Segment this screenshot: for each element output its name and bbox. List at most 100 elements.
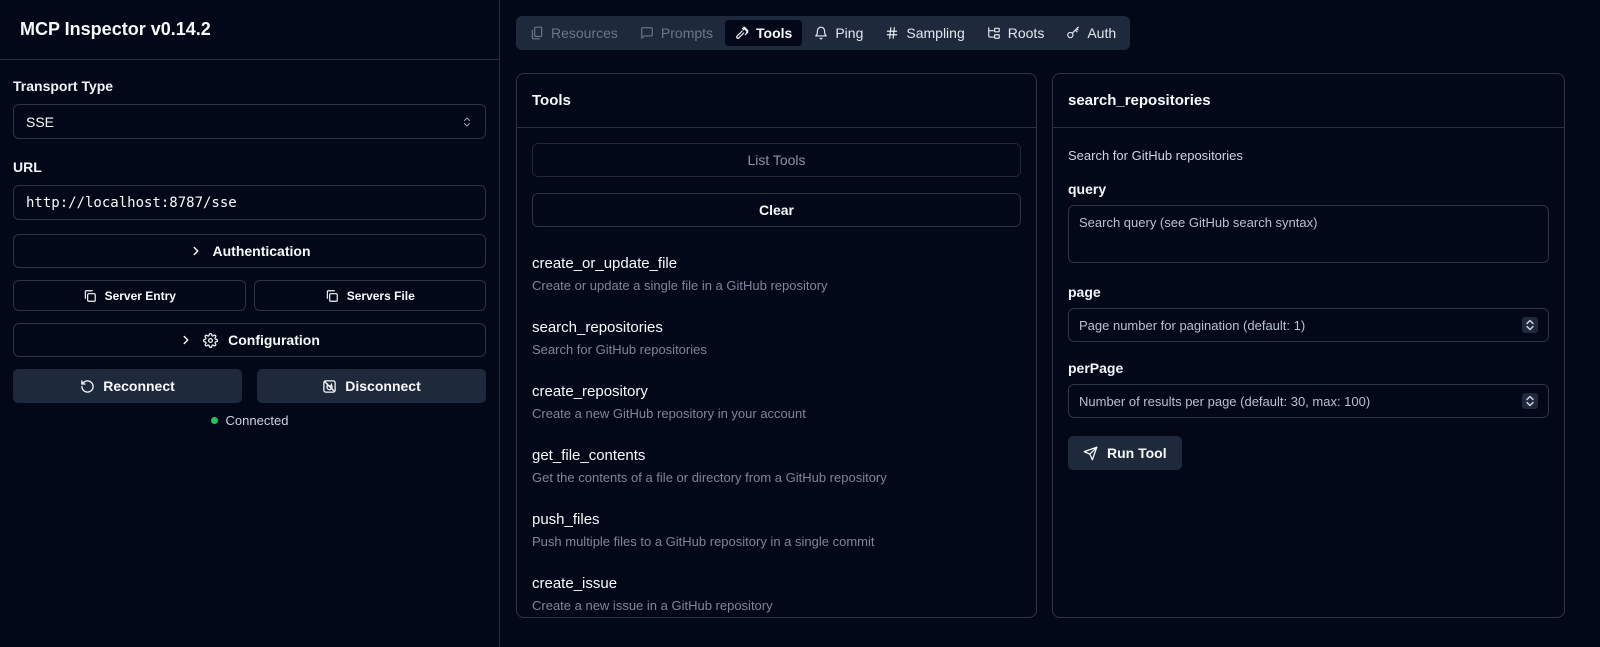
server-entry-button[interactable]: Server Entry (13, 280, 246, 311)
tool-list-item[interactable]: get_file_contents Get the contents of a … (532, 433, 1021, 497)
tool-list: create_or_update_file Create or update a… (517, 241, 1036, 617)
files-icon (530, 26, 544, 40)
transport-type-select[interactable]: SSE (13, 104, 486, 139)
status-dot (210, 417, 218, 424)
number-stepper-icon[interactable] (1522, 317, 1538, 333)
tool-description: Create a new issue in a GitHub repositor… (532, 598, 773, 613)
connection-actions: Reconnect Disconnect (13, 369, 486, 403)
tab-sampling[interactable]: Sampling (875, 20, 974, 46)
run-tool-button[interactable]: Run Tool (1068, 436, 1182, 470)
tool-detail-title: search_repositories (1068, 92, 1211, 109)
copy-icon (325, 289, 339, 303)
tab-prompts-label: Prompts (660, 25, 714, 41)
authentication-label: Authentication (212, 243, 311, 259)
servers-file-label: Servers File (346, 288, 415, 303)
url-label: URL (13, 159, 42, 175)
app-title: MCP Inspector v0.14.2 (20, 19, 211, 39)
tab-auth-label: Auth (1087, 25, 1117, 41)
send-icon (1083, 446, 1098, 461)
disconnect-button[interactable]: Disconnect (257, 369, 486, 403)
tool-description: Get the contents of a file or directory … (532, 470, 887, 485)
connection-status: Connected (13, 413, 486, 428)
config-export-row: Server Entry Servers File (13, 280, 486, 311)
tool-detail-card: search_repositories Search for GitHub re… (1052, 73, 1565, 618)
reconnect-label: Reconnect (103, 378, 175, 394)
transport-type-value: SSE (26, 113, 55, 130)
copy-icon (83, 289, 97, 303)
tool-description: Push multiple files to a GitHub reposito… (532, 534, 875, 549)
app-root: MCP Inspector v0.14.2 Transport Type SSE… (0, 0, 1600, 647)
run-tool-label: Run Tool (1107, 445, 1167, 461)
tools-card-title: Tools (532, 92, 571, 109)
perpage-input[interactable] (1069, 385, 1548, 417)
unplug-icon (322, 379, 337, 394)
tab-ping-label: Ping (835, 25, 864, 41)
page-field (1068, 308, 1549, 342)
reconnect-button[interactable]: Reconnect (13, 369, 242, 403)
transport-type-label: Transport Type (13, 78, 114, 94)
tool-name: create_or_update_file (532, 255, 678, 272)
server-entry-label: Server Entry (104, 288, 176, 303)
hammer-icon (735, 26, 749, 40)
hash-icon (885, 26, 899, 40)
tab-prompts[interactable]: Prompts (630, 20, 723, 46)
tab-roots[interactable]: Roots (977, 20, 1055, 46)
folder-tree-icon (987, 26, 1001, 40)
tab-bar: Resources Prompts Tools Ping Sampling Ro… (516, 16, 1131, 50)
page-input[interactable] (1069, 309, 1548, 341)
main-area: Resources Prompts Tools Ping Sampling Ro… (500, 0, 1600, 647)
gear-icon (203, 332, 219, 348)
number-stepper-icon[interactable] (1522, 393, 1538, 409)
connection-form: Transport Type SSE URL Authentication (0, 60, 499, 428)
disconnect-label: Disconnect (345, 378, 421, 394)
tool-list-item[interactable]: create_repository Create a new GitHub re… (532, 369, 1021, 433)
query-input[interactable] (1068, 205, 1549, 263)
message-icon (640, 26, 654, 40)
configuration-toggle-button[interactable]: Configuration (13, 323, 486, 357)
tab-resources[interactable]: Resources (520, 20, 628, 46)
tool-list-item[interactable]: create_issue Create a new issue in a Git… (532, 561, 1021, 617)
chevron-right-icon (179, 333, 193, 347)
tool-description: Create or update a single file in a GitH… (532, 278, 828, 293)
tool-description: Search for GitHub repositories (532, 342, 707, 357)
perpage-label: perPage (1068, 360, 1124, 376)
tab-tools-label: Tools (756, 25, 793, 41)
tool-detail-description: Search for GitHub repositories (1068, 148, 1243, 163)
tools-card: Tools List Tools Clear create_or_update_… (516, 73, 1037, 618)
tab-roots-label: Roots (1007, 25, 1045, 41)
tool-list-item[interactable]: push_files Push multiple files to a GitH… (532, 497, 1021, 561)
tab-ping[interactable]: Ping (804, 20, 873, 46)
tool-name: push_files (532, 511, 600, 528)
perpage-field (1068, 384, 1549, 418)
tool-detail-header: search_repositories (1053, 74, 1564, 128)
rotate-ccw-icon (80, 379, 95, 394)
tools-actions: List Tools Clear (517, 128, 1036, 241)
tool-list-item[interactable]: search_repositories Search for GitHub re… (532, 305, 1021, 369)
query-label: query (1068, 181, 1107, 197)
tool-list-item[interactable]: create_or_update_file Create or update a… (532, 241, 1021, 305)
chevron-right-icon (189, 244, 203, 258)
tab-sampling-label: Sampling (906, 25, 965, 41)
tool-detail-form: Search for GitHub repositories query pag… (1053, 128, 1564, 470)
bell-icon (814, 26, 828, 40)
sidebar-header: MCP Inspector v0.14.2 (0, 0, 499, 60)
tools-card-header: Tools (517, 74, 1036, 128)
list-tools-button[interactable]: List Tools (532, 143, 1021, 177)
servers-file-button[interactable]: Servers File (253, 280, 486, 311)
url-input[interactable] (13, 185, 486, 220)
authentication-toggle-button[interactable]: Authentication (13, 234, 486, 268)
tab-auth[interactable]: Auth (1056, 20, 1126, 46)
tool-name: create_repository (532, 383, 648, 400)
tab-tools[interactable]: Tools (725, 20, 803, 46)
page-label: page (1068, 284, 1101, 300)
clear-button[interactable]: Clear (532, 193, 1021, 227)
chevrons-up-down-icon (461, 116, 473, 128)
tool-name: get_file_contents (532, 447, 646, 464)
status-text: Connected (225, 413, 289, 428)
key-icon (1066, 26, 1080, 40)
tool-name: search_repositories (532, 319, 663, 336)
tool-description: Create a new GitHub repository in your a… (532, 406, 806, 421)
configuration-label: Configuration (228, 332, 320, 348)
tool-name: create_issue (532, 575, 618, 592)
sidebar: MCP Inspector v0.14.2 Transport Type SSE… (0, 0, 500, 647)
